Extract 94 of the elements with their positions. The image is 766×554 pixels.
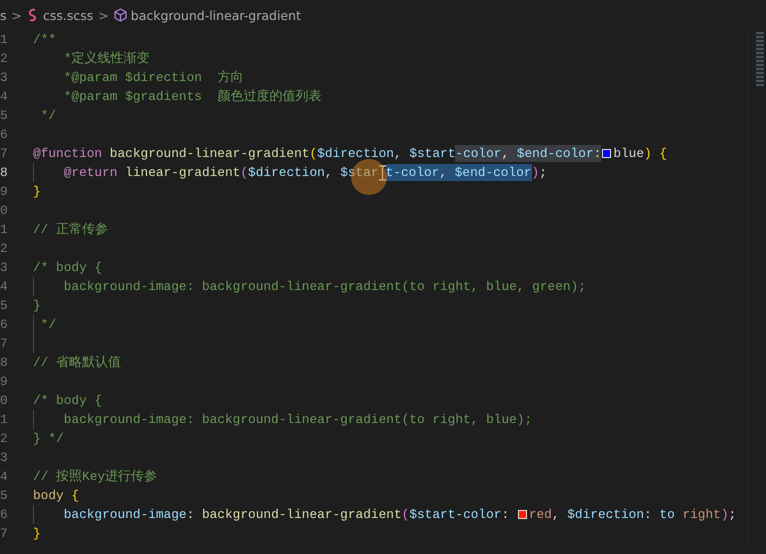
line-number: 8 [0, 165, 7, 180]
line-number: 7 [0, 336, 7, 351]
code-variable: $end-color [454, 164, 532, 181]
line-number: 3 [0, 70, 7, 85]
text-cursor-icon [378, 164, 386, 180]
code-comment: */ [40, 316, 56, 333]
code-bracket: { [658, 145, 668, 162]
code-bracket: ( [240, 164, 248, 181]
line-number: 0 [0, 393, 7, 408]
line-number: 6 [0, 507, 7, 522]
line-number: 1 [0, 412, 7, 427]
line-number: 1 [0, 222, 7, 237]
line-number: 9 [0, 374, 7, 389]
code-bracket: } [33, 525, 41, 542]
line-number: 5 [0, 488, 7, 503]
code-text: , [439, 164, 448, 181]
code-bracket: ( [402, 506, 410, 523]
code-text: , [324, 164, 334, 181]
code-selector: body [33, 487, 65, 504]
line-number: 8 [0, 355, 7, 370]
code-bracket: ) [532, 164, 540, 181]
code-property: background-image [62, 506, 187, 523]
code-variable: $end-color [516, 145, 594, 162]
code-bracket: ( [309, 145, 318, 162]
file-type-icon [27, 8, 39, 22]
code-variable: $start [409, 145, 456, 162]
breadcrumb-separator: > [12, 8, 22, 22]
line-number: 7 [0, 526, 7, 541]
cube-icon [114, 8, 127, 22]
code-value: red [528, 506, 552, 523]
line-number: 2 [0, 51, 7, 66]
code-comment: } */ [33, 430, 64, 447]
code-bracket: ) [720, 506, 729, 523]
code-value: right [682, 506, 721, 523]
line-number: 6 [0, 317, 7, 332]
function-name: background-linear-gradient [110, 145, 310, 162]
code-bracket: } [33, 183, 41, 200]
line-number: 5 [0, 108, 7, 123]
scrollbar[interactable] [747, 30, 766, 543]
code-variable: $direction [317, 145, 394, 162]
code-text: , [501, 145, 510, 162]
code-comment: *定义线性渐变 [62, 50, 150, 67]
color-swatch[interactable] [518, 510, 527, 519]
code-variable: t-color [386, 164, 440, 181]
line-number: 0 [0, 203, 7, 218]
line-number: 4 [0, 469, 7, 484]
code-variable: $direction [248, 164, 325, 181]
code-comment: *@param $gradients 颜色过度的值列表 [62, 88, 322, 105]
breadcrumb-item[interactable]: css.scss [43, 8, 94, 22]
code-text: : [501, 506, 510, 523]
code-comment: // 按照Key进行传参 [33, 468, 158, 485]
code-text: ; [539, 164, 547, 181]
line-number: 2 [0, 241, 7, 256]
code-comment: // 正常传参 [33, 221, 108, 238]
code-comment: /* body { [33, 259, 102, 276]
code-comment: */ [40, 107, 56, 124]
code-comment: } [33, 297, 41, 314]
code-keyword: @function [33, 145, 104, 162]
line-number: 3 [0, 260, 7, 275]
code-comment: background-image: background-linear-gradient(to right, blue); [62, 411, 532, 428]
code-variable: $direction [567, 506, 644, 523]
line-number: 4 [0, 279, 7, 294]
code-text: blue [613, 145, 644, 162]
line-number: 5 [0, 298, 7, 313]
code-value: to [659, 506, 676, 523]
function-name: linear-gradient [125, 164, 240, 181]
code-comment: /* body { [33, 392, 102, 409]
line-number: 7 [0, 146, 7, 161]
code-bracket: { [71, 487, 80, 504]
line-number: 3 [0, 450, 7, 465]
code-variable: $start-color [409, 506, 502, 523]
code-text: ; [728, 506, 736, 523]
line-number: 2 [0, 431, 7, 446]
breadcrumb-separator: > [98, 8, 109, 22]
color-swatch[interactable] [602, 149, 612, 158]
breadcrumb-item[interactable]: background-linear-gradient [130, 8, 301, 22]
function-name: background-linear-gradient [202, 506, 402, 523]
code-comment: *@param $direction 方向 [62, 69, 244, 86]
code-text: : [644, 506, 653, 523]
code-comment: // 省略默认值 [33, 354, 122, 371]
code-keyword: @return [62, 164, 118, 181]
line-number: 4 [0, 89, 7, 104]
line-number: 1 [0, 32, 7, 47]
code-comment: background-image: background-linear-gradient(to right, blue, green); [62, 278, 586, 295]
breadcrumb-item[interactable]: s [0, 8, 7, 22]
code-text: , [552, 506, 561, 523]
code-comment: /** [33, 31, 56, 48]
code-text: : [186, 506, 196, 523]
code-text: : [594, 145, 602, 162]
line-number: 9 [0, 184, 7, 199]
code-bracket: ) [644, 145, 652, 162]
line-number: 6 [0, 127, 7, 142]
code-variable: -color [455, 145, 502, 162]
code-text: , [394, 145, 403, 162]
